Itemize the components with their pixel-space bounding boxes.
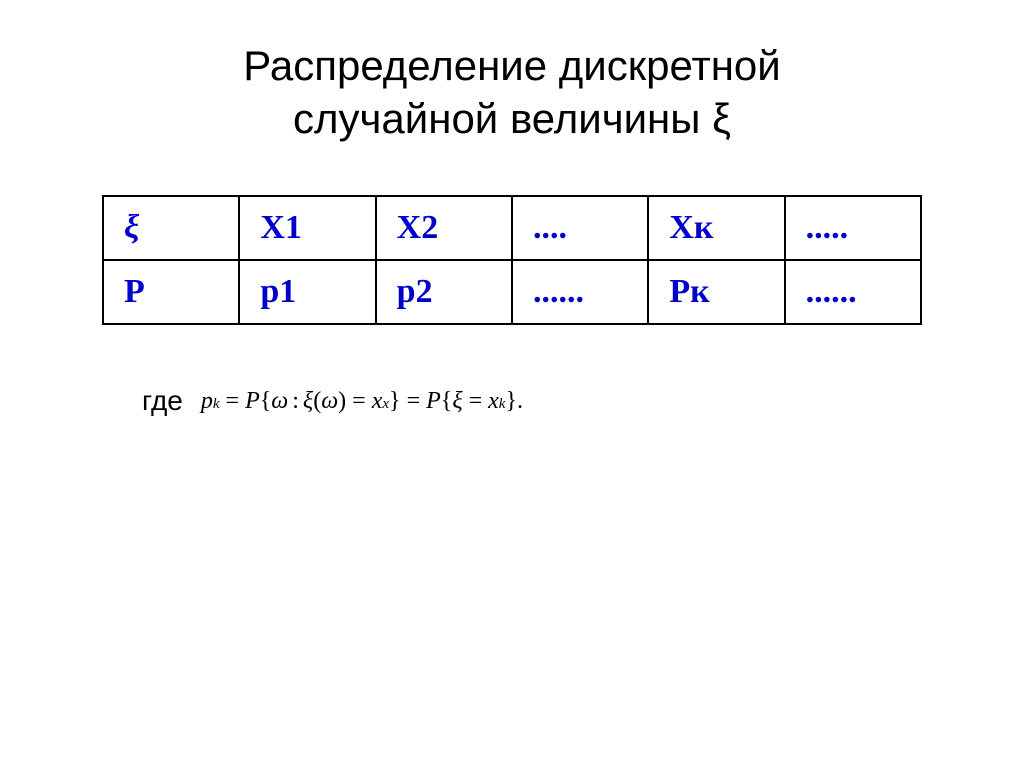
formula-section: где pk = P{ω : ξ(ω) = xx} = P{ξ = xk}. [102, 385, 922, 417]
cell-pk: Рк [648, 260, 784, 324]
cell-x1: X1 [239, 196, 375, 260]
distribution-table: ξ X1 X2 .... Xк ..... P p1 p2 ...... Рк … [102, 195, 922, 325]
cell-xk: Xк [648, 196, 784, 260]
cell-dots3: ...... [512, 260, 648, 324]
cell-p: P [103, 260, 239, 324]
cell-dots1: .... [512, 196, 648, 260]
cell-dots4: ...... [785, 260, 921, 324]
table-row-prob: P p1 p2 ...... Рк ...... [103, 260, 921, 324]
cell-p2: p2 [376, 260, 512, 324]
cell-dots2: ..... [785, 196, 921, 260]
formula-expression: pk = P{ω : ξ(ω) = xx} = P{ξ = xk}. [201, 388, 523, 415]
gde-label: где [142, 385, 183, 417]
distribution-table-container: ξ X1 X2 .... Xк ..... P p1 p2 ...... Рк … [102, 195, 922, 325]
table-row-header: ξ X1 X2 .... Xк ..... [103, 196, 921, 260]
cell-x2: X2 [376, 196, 512, 260]
cell-xi: ξ [103, 196, 239, 260]
page-title: Распределение дискретной случайной велич… [243, 40, 780, 145]
cell-p1: p1 [239, 260, 375, 324]
